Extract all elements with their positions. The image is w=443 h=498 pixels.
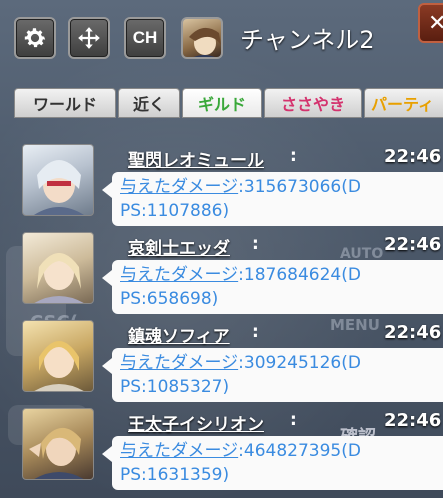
channel-title: チャンネル2 xyxy=(240,26,375,54)
message-value-cont: PS:1107886) xyxy=(120,201,230,221)
sender-name[interactable]: 哀剣士エッダ xyxy=(128,234,230,259)
tab-label: ささやき xyxy=(280,95,345,114)
message-label: 与えたダメージ xyxy=(120,441,239,461)
avatar[interactable] xyxy=(22,408,94,480)
character-portrait-icon xyxy=(29,427,84,479)
player-portrait-button[interactable] xyxy=(181,17,223,59)
message-value: :309245126(D xyxy=(238,353,361,373)
message-bubble: 与えたダメージ:309245126(D PS:1085327) xyxy=(102,348,443,402)
move-icon xyxy=(78,27,100,49)
tab-party[interactable]: パーティ xyxy=(364,88,443,118)
avatar[interactable] xyxy=(22,144,94,216)
name-separator: : xyxy=(252,234,259,254)
timestamp: 22:46 xyxy=(384,410,442,431)
tab-label: 近く xyxy=(132,95,165,114)
sender-name[interactable]: 鎮魂ソフィア xyxy=(128,322,230,347)
move-button[interactable] xyxy=(68,17,110,59)
sender-name[interactable]: 王太子イシリオン xyxy=(128,410,264,435)
tab-label: パーティ xyxy=(371,95,435,114)
message-value-cont: PS:1085327) xyxy=(120,377,230,397)
message-bubble: 与えたダメージ:464827395(D PS:1631359) xyxy=(102,436,443,490)
ch-icon: CH xyxy=(132,28,158,47)
message-value-cont: PS:658698) xyxy=(120,289,219,309)
message-label: 与えたダメージ xyxy=(120,265,239,285)
timestamp: 22:46 xyxy=(384,322,442,343)
timestamp: 22:46 xyxy=(384,146,442,167)
tab-label: ワールド xyxy=(32,95,97,114)
name-separator: : xyxy=(290,410,297,430)
gear-icon xyxy=(24,28,46,48)
character-portrait-icon xyxy=(34,253,84,303)
name-separator: : xyxy=(252,322,259,342)
avatar[interactable] xyxy=(22,232,94,304)
chat-tabs: ワールド 近く ギルド ささやき パーティ xyxy=(14,88,443,120)
close-icon: ✕ xyxy=(428,10,443,36)
message-value-cont: PS:1631359) xyxy=(120,465,230,485)
message-bubble: 与えたダメージ:315673066(D PS:1107886) xyxy=(102,172,443,226)
message-value: :187684624(D xyxy=(238,265,361,285)
tab-whisper[interactable]: ささやき xyxy=(264,88,362,118)
message-label: 与えたダメージ xyxy=(120,177,239,197)
name-separator: : xyxy=(290,146,297,166)
tab-world[interactable]: ワールド xyxy=(14,88,116,118)
message-value: :315673066(D xyxy=(238,177,361,197)
message-bubble: 与えたダメージ:187684624(D PS:658698) xyxy=(102,260,443,314)
character-portrait-icon xyxy=(34,341,84,391)
avatar[interactable] xyxy=(22,320,94,392)
message-label: 与えたダメージ xyxy=(120,353,239,373)
timestamp: 22:46 xyxy=(384,234,442,255)
message-value: :464827395(D xyxy=(238,441,361,461)
close-button[interactable]: ✕ xyxy=(418,3,443,43)
settings-button[interactable] xyxy=(14,17,56,59)
portrait-icon xyxy=(189,27,221,57)
chat-message: 王太子イシリオン : 22:46 与えたダメージ:464827395(D PS:… xyxy=(0,406,443,494)
channel-button[interactable]: CH xyxy=(124,17,166,59)
sender-name[interactable]: 聖閃レオミュール xyxy=(128,146,264,171)
chat-message: 聖閃レオミュール : 22:46 与えたダメージ:315673066(D PS:… xyxy=(0,142,443,230)
chat-message: 哀剣士エッダ : 22:46 与えたダメージ:187684624(D PS:65… xyxy=(0,230,443,318)
tab-guild[interactable]: ギルド xyxy=(182,88,262,118)
chat-message: 鎮魂ソフィア : 22:46 与えたダメージ:309245126(D PS:10… xyxy=(0,318,443,406)
tab-label: ギルド xyxy=(197,95,246,114)
chat-log[interactable]: 聖閃レオミュール : 22:46 与えたダメージ:315673066(D PS:… xyxy=(0,142,443,498)
chat-toolbar: CH チャンネル2 ✕ xyxy=(0,0,443,80)
character-portrait-icon xyxy=(34,160,84,215)
tab-nearby[interactable]: 近く xyxy=(118,88,180,118)
